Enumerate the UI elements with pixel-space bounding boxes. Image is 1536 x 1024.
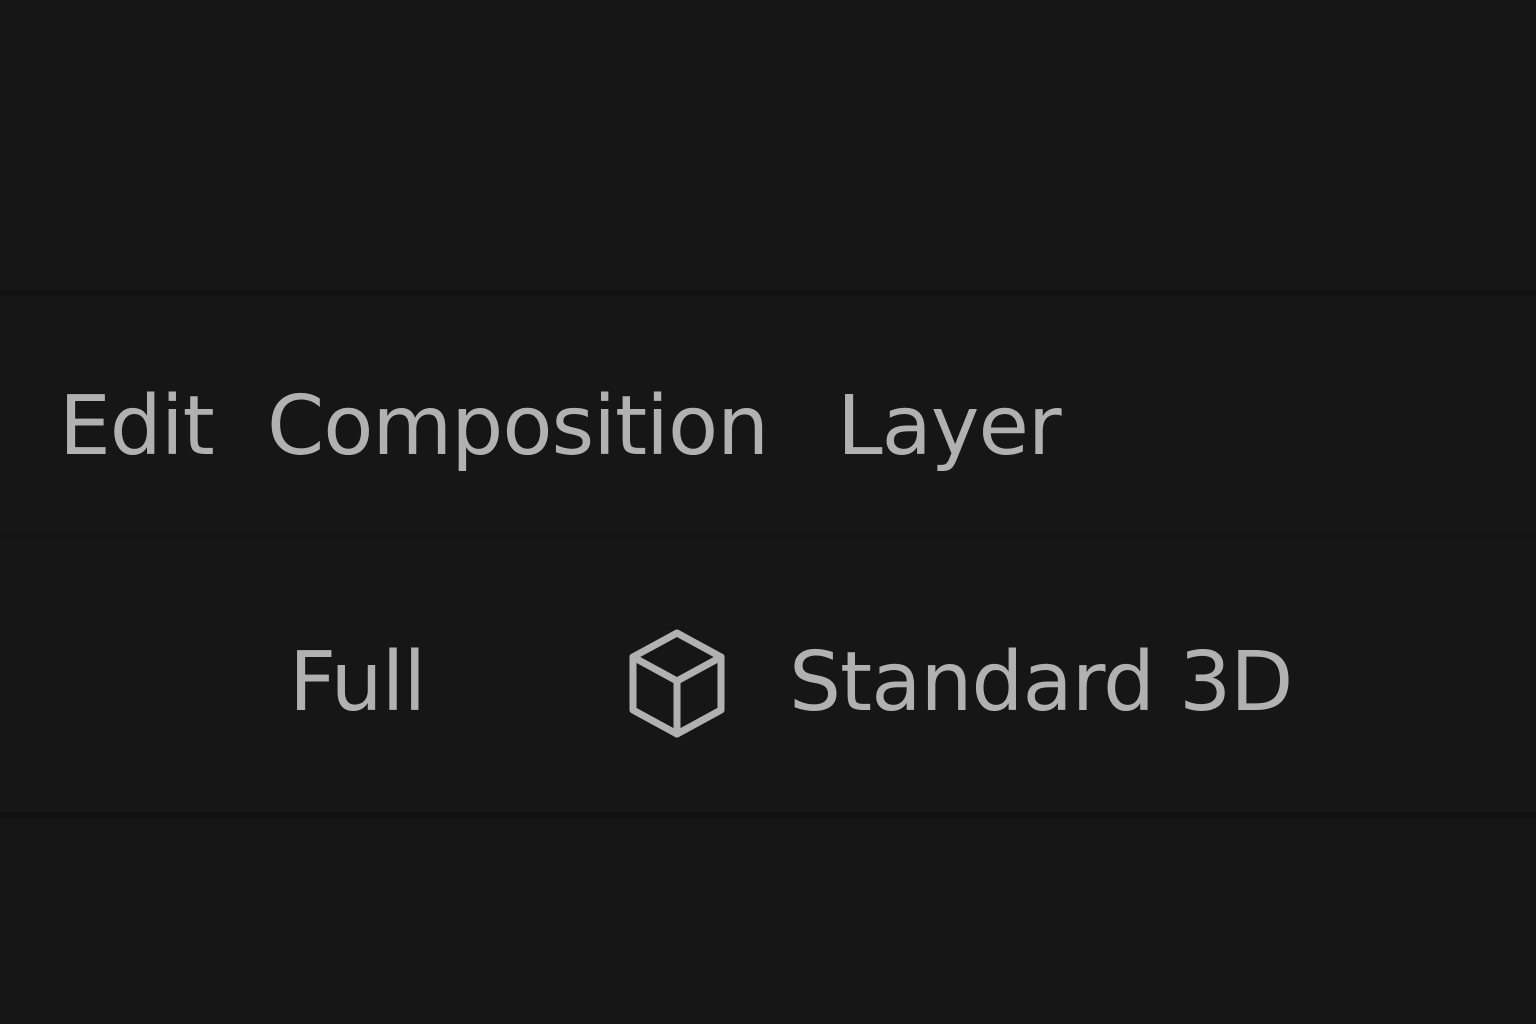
bottom-empty-area [0, 818, 1536, 1024]
application-window: Edit Composition Layer Full Standard 3D [0, 0, 1536, 1024]
menu-composition[interactable]: Composition [267, 381, 769, 473]
menu-layer[interactable]: Layer [837, 381, 1062, 473]
renderer-label: Standard 3D [789, 635, 1293, 730]
renderer-selector[interactable]: Standard 3D [625, 622, 1293, 742]
menu-edit[interactable]: Edit [59, 381, 215, 473]
cube-icon [629, 629, 725, 738]
resolution-selector[interactable]: Full [289, 637, 426, 729]
top-empty-area [0, 0, 1536, 290]
